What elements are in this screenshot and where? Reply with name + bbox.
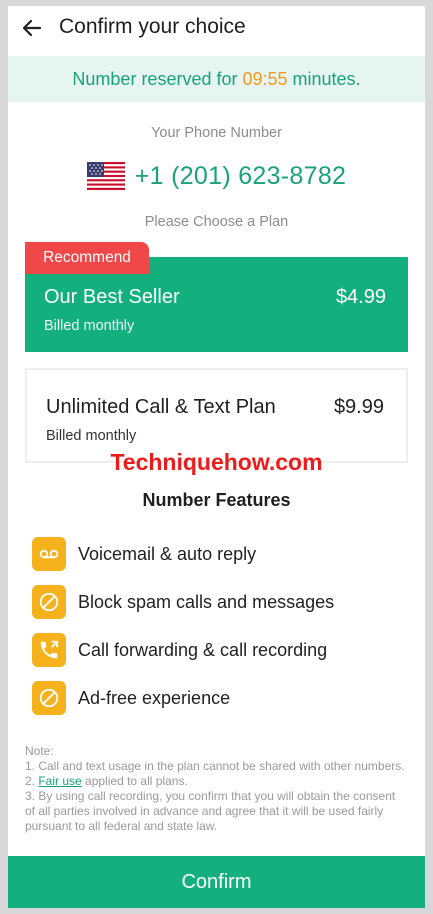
plan-price: $9.99	[333, 396, 384, 418]
plan-price: $4.99	[335, 286, 386, 308]
feature-item-voicemail: Voicemail & auto reply	[32, 537, 256, 571]
phone-number-label: Your Phone Number	[151, 125, 282, 141]
note-line-2-prefix: 2.	[25, 774, 39, 788]
plan-name: Our Best Seller	[44, 286, 180, 308]
back-arrow-icon[interactable]	[20, 16, 44, 40]
block-icon	[32, 585, 66, 619]
no-ads-icon	[32, 681, 66, 715]
timer-countdown: 09:55	[242, 69, 288, 89]
app-screen: Confirm your choice Number reserved for …	[8, 6, 425, 908]
note-line-1: 1. Call and text usage in the plan canno…	[25, 759, 405, 773]
plan-billing: Billed monthly	[44, 318, 135, 334]
feature-item-block-spam: Block spam calls and messages	[32, 585, 334, 619]
confirm-button[interactable]: Confirm	[8, 856, 425, 908]
plan-name: Unlimited Call & Text Plan	[46, 396, 276, 418]
plan-billing: Billed monthly	[46, 428, 137, 444]
timer-prefix: Number reserved for	[72, 69, 243, 89]
feature-label: Call forwarding & call recording	[78, 639, 328, 660]
reservation-timer-banner: Number reserved for 09:55 minutes.	[8, 56, 425, 102]
phone-number: +1 (201) 623-8782	[134, 161, 347, 190]
feature-item-ad-free: Ad-free experience	[32, 681, 230, 715]
features-title: Number Features	[142, 490, 291, 510]
feature-label: Voicemail & auto reply	[78, 543, 257, 564]
plan-notes: Note: 1. Call and text usage in the plan…	[25, 744, 405, 834]
recommend-badge: Recommend	[25, 242, 149, 274]
us-flag-icon	[86, 162, 125, 190]
app-header: Confirm your choice	[8, 6, 425, 56]
feature-label: Ad-free experience	[78, 687, 231, 708]
note-line-2: 2. Fair use applied to all plans.	[25, 774, 405, 789]
watermark-text: Techniquehow.com	[110, 449, 323, 475]
feature-label: Block spam calls and messages	[78, 591, 335, 612]
notes-heading: Note:	[25, 744, 54, 758]
feature-item-call-forwarding: Call forwarding & call recording	[32, 633, 327, 667]
note-line-3: 3. By using call recording, you confirm …	[25, 789, 396, 833]
choose-plan-label: Please Choose a Plan	[144, 214, 289, 230]
voicemail-icon	[32, 537, 66, 571]
fair-use-link[interactable]: Fair use	[38, 774, 81, 788]
call-forward-icon	[32, 633, 66, 667]
phone-number-row: +1 (201) 623-8782	[8, 158, 425, 194]
timer-suffix: minutes.	[287, 69, 361, 89]
note-line-2-suffix: applied to all plans.	[81, 774, 188, 788]
page-title: Confirm your choice	[59, 15, 246, 38]
